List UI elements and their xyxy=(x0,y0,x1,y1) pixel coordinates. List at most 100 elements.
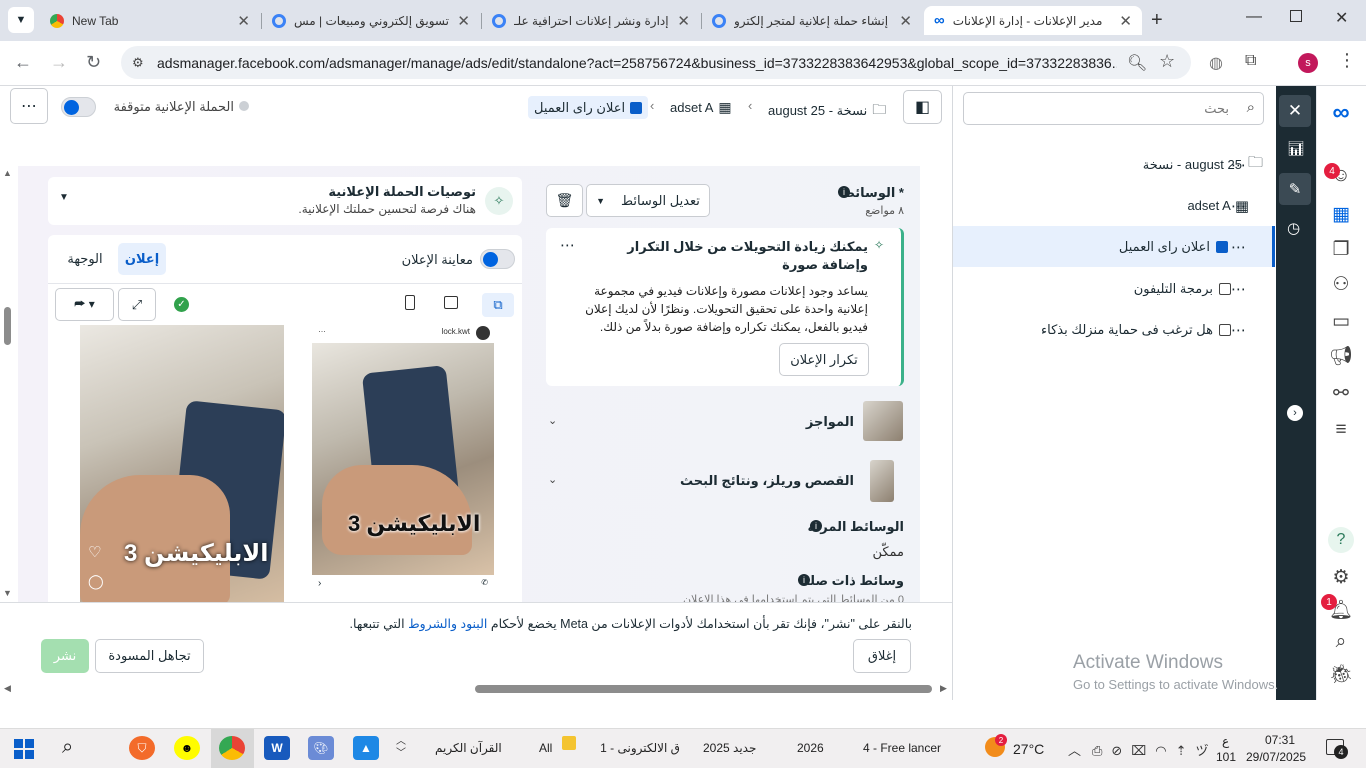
billing-card-icon[interactable]: ▭ xyxy=(1328,308,1354,334)
browser-menu-icon[interactable]: ⋮ xyxy=(1338,50,1356,71)
audiences-icon[interactable]: ⚇ xyxy=(1328,271,1354,297)
delete-media-button[interactable]: 🗑︎ xyxy=(546,184,583,217)
tab-ads-pro[interactable]: إدارة ونشر إعلانات احترافية علـ ✕ xyxy=(482,6,700,35)
taskbar-item-all[interactable]: All xyxy=(539,741,552,755)
scroll-down-icon[interactable]: ▼ xyxy=(3,588,12,598)
toggle-sidebar-button[interactable]: ◧ xyxy=(903,90,942,124)
vertical-scrollbar[interactable] xyxy=(4,307,11,345)
taskbar-item-ecommerce[interactable]: ق الالكترونى - 1 xyxy=(580,741,680,755)
campaign-toggle[interactable] xyxy=(61,97,96,117)
profile-avatar[interactable]: s xyxy=(1298,53,1318,73)
close-panel-button[interactable]: ✕ xyxy=(1279,95,1311,127)
tab-destination[interactable]: الوجهة xyxy=(60,251,110,267)
edit-pencil-icon[interactable]: ✎ xyxy=(1279,173,1311,205)
extensions-puzzle-icon[interactable]: ⧉ xyxy=(1245,52,1256,70)
snapchat-icon[interactable]: ☻ xyxy=(174,736,200,760)
word-icon[interactable]: W xyxy=(264,736,290,760)
url-text[interactable]: adsmanager.facebook.com/adsmanager/manag… xyxy=(157,55,1117,71)
taskbar-item-2026[interactable]: 2026 xyxy=(797,741,824,755)
share-button[interactable]: ⮫ ▾ xyxy=(55,288,114,321)
expand-button[interactable]: ⤢ xyxy=(118,288,156,321)
paint-icon[interactable]: 🎨︎ xyxy=(308,736,334,760)
search-box[interactable]: ⌕ بحث xyxy=(963,92,1264,125)
more-icon[interactable]: ⋯ xyxy=(1231,156,1246,174)
taskbar-item-2025[interactable]: جديد 2025 xyxy=(703,741,756,755)
zoom-icon[interactable]: 🔍︎ xyxy=(1127,53,1147,73)
tray-icons[interactable]: ⎙⊘⌧◠⇡ヅ xyxy=(1092,740,1218,759)
tab-new-tab[interactable]: New Tab ✕ xyxy=(40,6,260,35)
reload-icon[interactable]: ↻ xyxy=(86,52,101,73)
scroll-right-icon[interactable]: ▶ xyxy=(940,683,947,694)
events-icon[interactable]: ⚯ xyxy=(1328,380,1354,406)
chrome-icon[interactable] xyxy=(219,736,245,760)
back-icon[interactable]: ← xyxy=(14,52,32,73)
breadcrumb-adset[interactable]: adset A ▦ xyxy=(670,99,732,116)
site-info-icon[interactable]: ⚙ xyxy=(132,55,144,71)
photos-icon[interactable]: ▲ xyxy=(353,736,379,760)
weather-temp[interactable]: 27°C xyxy=(1013,741,1044,757)
edit-media-button[interactable]: تعديل الوسائط ▼ xyxy=(586,184,710,217)
comment-icon[interactable]: ◯ xyxy=(88,573,104,590)
device-responsive-icon[interactable]: ⧉ xyxy=(482,293,514,317)
close-button[interactable]: إغلاق xyxy=(853,639,911,673)
tab-search-button[interactable]: ▼ xyxy=(8,7,34,33)
forward-icon[interactable]: → xyxy=(50,52,68,73)
more-icon[interactable]: ⋯ xyxy=(1231,280,1246,298)
settings-gear-icon[interactable]: ⚙ xyxy=(1328,564,1354,590)
publish-button[interactable]: نشر xyxy=(41,639,89,673)
brave-shield-icon[interactable]: ⛉ xyxy=(129,736,155,760)
extension-globe-icon[interactable]: ◍ xyxy=(1209,53,1223,73)
desktop-view-icon[interactable] xyxy=(444,296,458,309)
pages-icon[interactable]: ❐ xyxy=(1328,236,1354,262)
close-icon[interactable]: ✕ xyxy=(677,12,690,30)
taskbar-item-quran[interactable]: القرآن الكريم xyxy=(435,741,502,755)
close-icon[interactable]: ✕ xyxy=(899,12,912,30)
heart-icon[interactable]: ♡ xyxy=(88,543,101,561)
window-close-button[interactable]: ✕ xyxy=(1335,8,1348,28)
more-icon[interactable]: ⋯ xyxy=(1231,321,1246,339)
duplicate-ad-button[interactable]: تكرار الإعلان xyxy=(779,343,869,376)
chevron-down-icon[interactable]: ⌄ xyxy=(548,473,557,486)
scroll-left-icon[interactable]: ◀ xyxy=(4,683,11,694)
terms-link[interactable]: البنود والشروط xyxy=(408,617,487,631)
start-windows-icon[interactable] xyxy=(14,739,34,759)
tab-ads-manager[interactable]: ∞ مدير الإعلانات - إدارة الإعلانات ✕ xyxy=(924,6,1142,35)
discard-draft-button[interactable]: تجاهل المسودة xyxy=(95,639,204,673)
clock-date[interactable]: 29/07/2025 xyxy=(1246,750,1306,764)
scroll-up-icon[interactable]: ▲ xyxy=(3,168,12,178)
menu-lines-icon[interactable]: ≡ xyxy=(1328,417,1354,443)
breadcrumb-ad[interactable]: اعلان راى العميل xyxy=(528,96,649,119)
tree-item-adset[interactable]: ▦ adset A ⋯ xyxy=(953,185,1275,226)
chart-icon[interactable]: 📊︎ xyxy=(1287,140,1305,157)
more-icon[interactable]: … xyxy=(318,325,326,334)
taskbar-overflow-icon[interactable]: ︿ ﹀ xyxy=(396,736,406,760)
horizontal-scrollbar[interactable] xyxy=(475,685,932,693)
new-tab-button[interactable]: + xyxy=(1151,9,1163,32)
taskbar-item-freelancer[interactable]: 4 - Free lancer xyxy=(863,741,941,755)
chevron-down-icon[interactable]: ⌄ xyxy=(548,414,557,427)
breadcrumb-campaign[interactable]: august 25 - نسخة 🗀 xyxy=(768,99,886,123)
minimize-button[interactable]: — xyxy=(1246,8,1262,26)
more-icon[interactable]: ⋯ xyxy=(1231,238,1246,256)
chevron-down-icon[interactable]: ▼ xyxy=(59,192,69,203)
recommendations-card[interactable]: ✧ توصيات الحملة الإعلانية هناك فرصة لتحس… xyxy=(48,177,522,225)
taskbar-search-icon[interactable]: ⌕ xyxy=(62,736,73,759)
close-icon[interactable]: ✕ xyxy=(457,12,470,30)
bookmark-star-icon[interactable]: ☆ xyxy=(1159,51,1175,72)
more-options-button[interactable]: ⋯ xyxy=(10,88,48,124)
history-clock-icon[interactable]: ◷ xyxy=(1287,219,1300,237)
tree-item-ad-selected[interactable]: اعلان راى العميل ⋯ xyxy=(953,226,1275,267)
clock-time[interactable]: 07:31 xyxy=(1265,733,1295,747)
ads-table-icon[interactable]: ▦ xyxy=(1328,201,1354,227)
close-icon[interactable]: ✕ xyxy=(1119,12,1132,30)
meta-logo-icon[interactable]: ∞ xyxy=(1328,99,1354,126)
tip-more-icon[interactable]: ⋯ xyxy=(560,236,575,254)
help-icon[interactable]: ? xyxy=(1328,527,1354,553)
input-num[interactable]: 101 xyxy=(1216,750,1236,764)
bug-report-icon[interactable]: 🐞︎ xyxy=(1328,661,1354,687)
maximize-button[interactable] xyxy=(1290,10,1302,22)
tab-ad-preview[interactable]: إعلان xyxy=(118,243,166,275)
input-lang[interactable]: ع xyxy=(1222,734,1229,748)
tab-marketing[interactable]: تسويق إلكتروني ومبيعات | مس ✕ xyxy=(262,6,480,35)
megaphone-icon[interactable]: 📢︎ xyxy=(1328,343,1354,369)
